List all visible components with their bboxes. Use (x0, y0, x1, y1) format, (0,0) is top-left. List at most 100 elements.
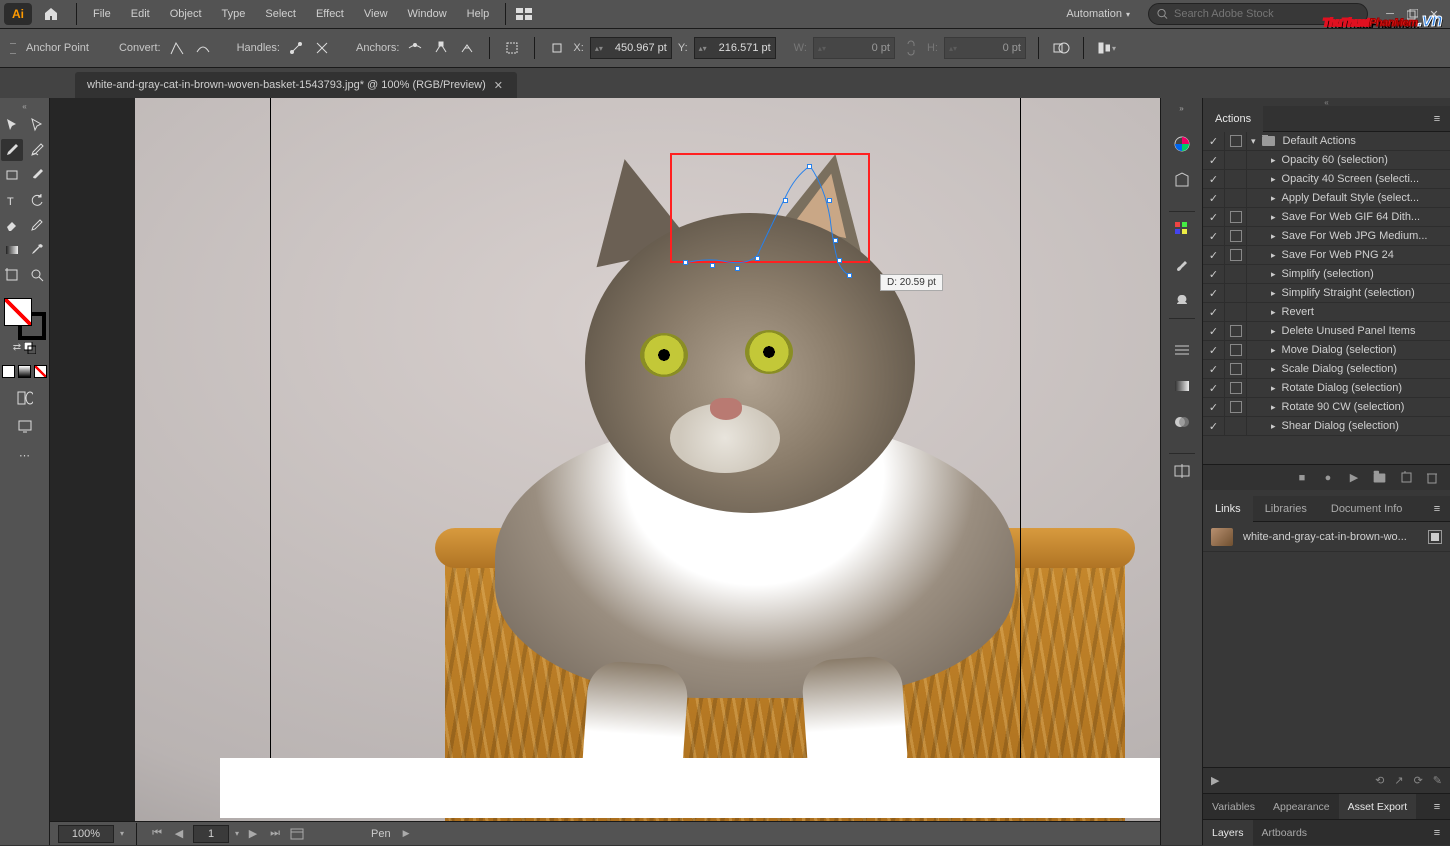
first-artboard-icon[interactable]: ⏮ (149, 826, 165, 842)
relink-icon[interactable]: ⟲ (1375, 774, 1384, 787)
anchor-point[interactable] (735, 266, 740, 271)
toggle-dialog[interactable] (1225, 189, 1247, 208)
zoom-tool[interactable] (26, 264, 48, 286)
action-row[interactable]: ▸Opacity 40 Screen (selecti... (1203, 170, 1450, 189)
gradient-tool[interactable] (1, 239, 23, 261)
stroke-panel-icon[interactable] (1169, 337, 1195, 363)
anchor-point[interactable] (783, 198, 788, 203)
color-guide-panel-icon[interactable] (1169, 167, 1195, 193)
action-label[interactable]: ▸Simplify Straight (selection) (1247, 287, 1446, 299)
toggle-check[interactable] (1203, 303, 1225, 322)
libraries-tab[interactable]: Libraries (1253, 496, 1319, 522)
menu-window[interactable]: Window (398, 0, 457, 28)
toggle-check[interactable] (1203, 341, 1225, 360)
new-action-icon[interactable] (1398, 470, 1414, 486)
action-label[interactable]: ▸Apply Default Style (select... (1247, 192, 1446, 204)
toggle-check[interactable] (1203, 322, 1225, 341)
fill-swatch[interactable] (4, 298, 32, 326)
action-label[interactable]: ▸Scale Dialog (selection) (1247, 363, 1446, 375)
menu-type[interactable]: Type (212, 0, 256, 28)
edit-toolbar-icon[interactable]: ⋯ (14, 444, 36, 466)
y-field[interactable]: ▴▾ (694, 37, 776, 59)
panel-menu-icon[interactable]: ≡ (1424, 794, 1450, 820)
transparency-panel-icon[interactable] (1169, 409, 1195, 435)
menu-select[interactable]: Select (255, 0, 306, 28)
toggle-dialog[interactable] (1225, 398, 1247, 417)
anchor-point[interactable] (755, 256, 760, 261)
toggle-dialog[interactable] (1225, 322, 1247, 341)
isolate-icon[interactable] (547, 38, 567, 58)
toggle-dialog[interactable] (1225, 284, 1247, 303)
toggle-dialog[interactable] (1225, 360, 1247, 379)
menu-object[interactable]: Object (160, 0, 212, 28)
new-set-icon[interactable] (1372, 470, 1388, 486)
toggle-check[interactable] (1203, 360, 1225, 379)
document-tab[interactable]: white-and-gray-cat-in-brown-woven-basket… (75, 72, 517, 98)
toggle-check[interactable] (1203, 398, 1225, 417)
menu-edit[interactable]: Edit (121, 0, 160, 28)
appearance-tab[interactable]: Appearance (1264, 794, 1339, 820)
anchor-cut-icon[interactable] (457, 38, 477, 58)
arrange-documents-icon[interactable] (512, 2, 536, 26)
action-label[interactable]: ▸Rotate 90 CW (selection) (1247, 401, 1446, 413)
toggle-check[interactable] (1203, 417, 1225, 436)
action-label[interactable]: ▸Opacity 40 Screen (selecti... (1247, 173, 1446, 185)
search-stock-input[interactable] (1174, 8, 1359, 20)
window-close-icon[interactable]: ✕ (1426, 7, 1442, 21)
anchor-point[interactable] (827, 198, 832, 203)
toggle-check[interactable] (1203, 151, 1225, 170)
color-mode-solid[interactable] (2, 365, 15, 378)
pen-tool[interactable] (1, 139, 23, 161)
dock-collapse-icon[interactable]: » (1179, 104, 1183, 113)
screen-mode-icon[interactable] (14, 416, 36, 438)
action-row[interactable]: ▸Apply Default Style (select... (1203, 189, 1450, 208)
action-row[interactable]: ▸Simplify (selection) (1203, 265, 1450, 284)
toggle-dialog[interactable] (1225, 417, 1247, 436)
update-link-icon[interactable]: ⟳ (1414, 774, 1423, 787)
toggle-check[interactable] (1203, 189, 1225, 208)
asset-export-tab[interactable]: Asset Export (1339, 794, 1417, 820)
action-row[interactable]: ▸Delete Unused Panel Items (1203, 322, 1450, 341)
action-label[interactable]: ▸Move Dialog (selection) (1247, 344, 1446, 356)
align-options-icon[interactable]: ▾ (1096, 38, 1116, 58)
zoom-dropdown-icon[interactable]: ▾ (120, 829, 124, 838)
toggle-check[interactable] (1203, 284, 1225, 303)
align-to-pixel-icon[interactable] (502, 38, 522, 58)
toggle-dialog[interactable] (1225, 132, 1247, 151)
link-item[interactable]: white-and-gray-cat-in-brown-wo... (1203, 522, 1450, 552)
link-wh-icon[interactable] (901, 38, 921, 58)
anchor-point[interactable] (833, 238, 838, 243)
type-tool[interactable]: T (1, 189, 23, 211)
handles-show-icon[interactable] (286, 38, 306, 58)
action-label[interactable]: ▸Save For Web PNG 24 (1247, 249, 1446, 261)
toggle-dialog[interactable] (1225, 265, 1247, 284)
anchor-point[interactable] (807, 164, 812, 169)
action-row[interactable]: ▸Save For Web JPG Medium... (1203, 227, 1450, 246)
toggle-dialog[interactable] (1225, 379, 1247, 398)
last-artboard-icon[interactable]: ⏭ (267, 826, 283, 842)
search-stock-field[interactable] (1148, 3, 1368, 25)
eyedropper-tool[interactable] (26, 239, 48, 261)
toggle-check[interactable] (1203, 170, 1225, 189)
panel-menu-icon[interactable]: ≡ (1424, 820, 1450, 846)
action-label[interactable]: ▸Save For Web GIF 64 Dith... (1247, 211, 1446, 223)
shape-mask-icon[interactable] (1051, 38, 1071, 58)
window-minimize-icon[interactable]: ─ (1382, 7, 1398, 21)
home-icon[interactable] (40, 3, 62, 25)
app-logo[interactable]: Ai (4, 3, 32, 25)
direct-selection-tool[interactable] (26, 114, 48, 136)
menu-view[interactable]: View (354, 0, 398, 28)
swap-fill-stroke-icon[interactable]: ⇄ (13, 342, 21, 357)
rotate-tool[interactable] (26, 189, 48, 211)
action-set-row[interactable]: ▾Default Actions (1203, 132, 1450, 151)
action-label[interactable]: ▸Revert (1247, 306, 1446, 318)
play-action-icon[interactable]: ▶ (1346, 470, 1362, 486)
action-row[interactable]: ▸Rotate Dialog (selection) (1203, 379, 1450, 398)
action-row[interactable]: ▸Simplify Straight (selection) (1203, 284, 1450, 303)
zoom-level-field[interactable]: 100% (58, 825, 114, 843)
begin-recording-icon[interactable]: ● (1320, 470, 1336, 486)
color-mode-none[interactable] (34, 365, 47, 378)
control-grip-icon[interactable] (10, 38, 16, 58)
variables-tab[interactable]: Variables (1203, 794, 1264, 820)
anchor-remove-icon[interactable] (405, 38, 425, 58)
